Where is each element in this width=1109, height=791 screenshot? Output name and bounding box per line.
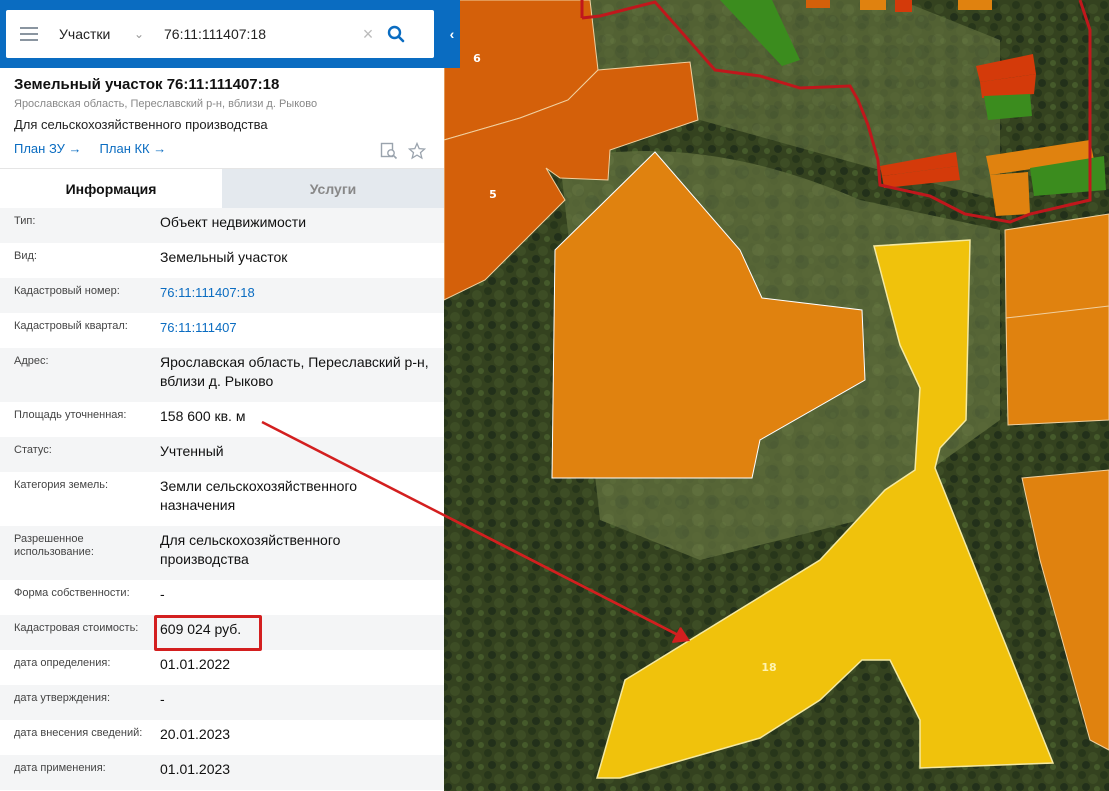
- row-value: 20.01.2023: [160, 726, 231, 742]
- info-row-entry-date: дата внесения сведений: 20.01.2023: [0, 720, 444, 755]
- parcel-6-label: 6: [473, 52, 481, 65]
- parcel-18-label: 18: [761, 661, 776, 674]
- clear-icon[interactable]: ×: [357, 24, 379, 45]
- tab-services[interactable]: Услуги: [222, 169, 444, 208]
- info-row-address: Адрес: Ярославская область, Переславский…: [0, 348, 444, 402]
- parcel-top-small-2[interactable]: [860, 0, 886, 10]
- parcel-top-small-1[interactable]: [806, 0, 830, 8]
- info-row-application-date: дата применения: 01.01.2023: [0, 755, 444, 790]
- parcel-orange-r4[interactable]: [1005, 305, 1109, 426]
- parcel-orange-r2[interactable]: [990, 172, 1030, 216]
- star-icon[interactable]: [408, 142, 426, 160]
- search-box: Участки ⌄ ×: [6, 10, 434, 58]
- row-label: Статус:: [14, 444, 52, 456]
- parcel-green-1[interactable]: [984, 94, 1032, 120]
- chevron-down-icon: ⌄: [133, 27, 144, 41]
- plan-kk-link[interactable]: План КК →: [100, 141, 167, 156]
- row-value: 158 600 кв. м: [160, 408, 246, 424]
- row-label: Вид:: [14, 250, 37, 262]
- parcel-orange-r3[interactable]: [1004, 213, 1109, 319]
- cadastral-number-link[interactable]: 76:11:111407:18: [160, 278, 430, 313]
- row-value: Для сельскохозяйственного производства: [160, 532, 341, 567]
- tab-info[interactable]: Информация: [0, 169, 222, 208]
- parcel-top-small-3[interactable]: [895, 0, 912, 12]
- layer-select[interactable]: Участки ⌄: [52, 26, 152, 42]
- search-bar: Участки ⌄ ×: [0, 0, 444, 68]
- parcel-header: Земельный участок 76:11:111407:18 Яросла…: [0, 68, 444, 168]
- search-input[interactable]: [152, 26, 357, 42]
- parcel-5-label: 5: [489, 188, 497, 201]
- cadastral-value: 609 024 руб.: [160, 621, 242, 637]
- row-value: 01.01.2023: [160, 761, 231, 777]
- parcel-title: Земельный участок 76:11:111407:18: [14, 76, 280, 93]
- info-row-permitted-use: Разрешенное использование: Для сельскохо…: [0, 526, 444, 580]
- info-row-type: Тип: Объект недвижимости: [0, 208, 444, 243]
- parcel-address: Ярославская область, Переславский р-н, в…: [14, 98, 318, 110]
- layer-select-value: Участки: [59, 26, 111, 42]
- row-value: -: [160, 691, 165, 707]
- info-row-area: Площадь уточненная: 158 600 кв. м: [0, 402, 444, 437]
- info-row-cadastral-number: Кадастровый номер: 76:11:111407:18: [0, 278, 444, 313]
- row-label: Площадь уточненная:: [14, 409, 127, 421]
- row-label: Адрес:: [14, 355, 49, 367]
- info-row-determination-date: дата определения: 01.01.2022: [0, 650, 444, 685]
- parcel-purpose: Для сельскохозяйственного производства: [14, 117, 268, 132]
- row-label: Кадастровый квартал:: [14, 320, 128, 332]
- search-on-map-icon[interactable]: [380, 142, 398, 160]
- collapse-panel-button[interactable]: ‹: [444, 0, 460, 68]
- row-value: Учтенный: [160, 443, 224, 459]
- row-label: дата применения:: [14, 762, 106, 774]
- row-label: Форма собственности:: [14, 587, 130, 599]
- row-value: Объект недвижимости: [160, 214, 307, 230]
- row-label: Кадастровая стоимость:: [14, 622, 139, 634]
- info-row-land-category: Категория земель: Земли сельскохозяйстве…: [0, 472, 444, 526]
- tabs: Информация Услуги: [0, 168, 444, 208]
- info-row-approval-date: дата утверждения: -: [0, 685, 444, 720]
- row-label: дата внесения сведений:: [14, 727, 143, 739]
- row-value: Ярославская область, Переславский р-н, в…: [160, 354, 429, 389]
- parcel-top-small-4[interactable]: [958, 0, 992, 10]
- cadastral-quarter-link[interactable]: 76:11:111407: [160, 313, 430, 348]
- menu-icon[interactable]: [6, 10, 52, 58]
- row-value: Земли сельскохозяйственного назначения: [160, 478, 358, 513]
- row-value: Земельный участок: [160, 249, 288, 265]
- row-value: 01.01.2022: [160, 656, 231, 672]
- row-label: Разрешенное использование:: [14, 533, 94, 558]
- row-label: Кадастровый номер:: [14, 285, 120, 297]
- search-icon[interactable]: [379, 25, 413, 43]
- info-panel: Участки ⌄ × Земельный участок 76:11:1114…: [0, 0, 444, 791]
- info-row-cadastral-value: Кадастровая стоимость: 609 024 руб.: [0, 615, 444, 650]
- row-label: Тип:: [14, 215, 36, 227]
- plan-zu-link[interactable]: План ЗУ →: [14, 141, 82, 156]
- info-row-status: Статус: Учтенный: [0, 437, 444, 472]
- row-label: Категория земель:: [14, 479, 109, 491]
- row-value: -: [160, 586, 165, 602]
- info-row-cadastral-quarter: Кадастровый квартал: 76:11:111407: [0, 313, 444, 348]
- info-row-kind: Вид: Земельный участок: [0, 243, 444, 278]
- info-row-ownership: Форма собственности: -: [0, 580, 444, 615]
- row-label: дата утверждения:: [14, 692, 111, 704]
- info-table: Тип: Объект недвижимости Вид: Земельный …: [0, 208, 444, 790]
- row-label: дата определения:: [14, 657, 111, 669]
